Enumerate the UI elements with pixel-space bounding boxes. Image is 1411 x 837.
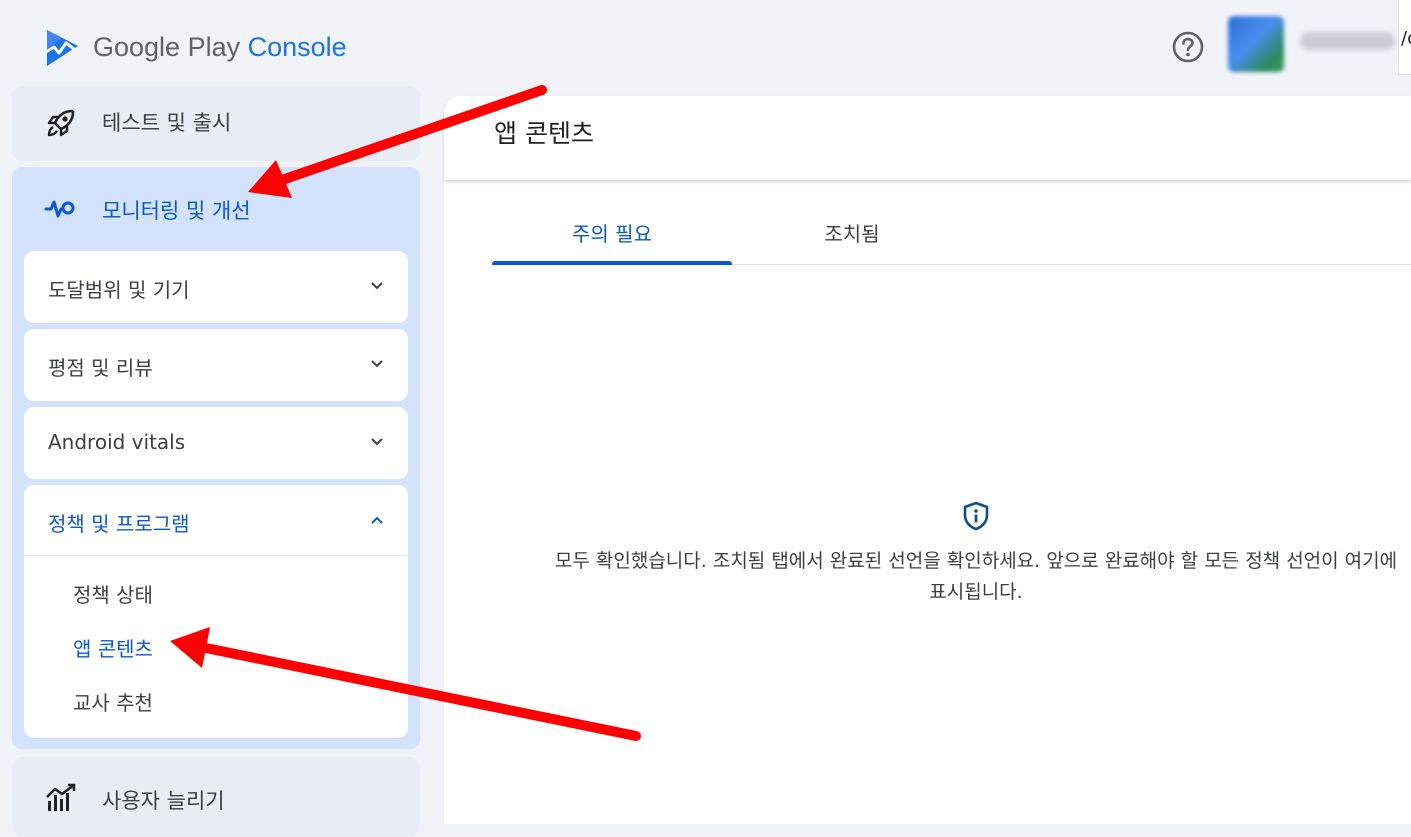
sidebar-item-teacher-approved[interactable]: 교사 추천 — [73, 687, 153, 716]
tab-label: 주의 필요 — [572, 222, 652, 246]
avatar[interactable] — [1228, 16, 1284, 72]
shield-info-icon — [963, 501, 989, 531]
top-app-bar: Google Play Console /c — [0, 0, 1411, 96]
chevron-down-icon — [371, 282, 383, 290]
app-brand[interactable]: Google Play Console — [93, 32, 347, 63]
sidebar-item-reach-devices[interactable]: 도달범위 및 기기 — [24, 251, 408, 323]
sidebar-item-app-content[interactable]: 앱 콘텐츠 — [73, 633, 153, 662]
tab-actioned[interactable]: 조치됨 — [732, 216, 972, 264]
brand-suffix: Console — [247, 32, 347, 62]
tab-active-indicator — [492, 261, 732, 265]
account-name-redacted[interactable] — [1300, 32, 1395, 50]
sidebar-item-label: 사용자 늘리기 — [102, 789, 225, 813]
sidebar-item-ratings-reviews[interactable]: 평점 및 리뷰 — [24, 329, 408, 401]
sidebar-item-android-vitals[interactable]: Android vitals — [24, 407, 408, 479]
sidebar-nav: 테스트 및 출시 모니터링 및 개선 도달범위 및 기기 평점 및 리뷰 And… — [0, 86, 432, 837]
pulse-icon — [44, 200, 75, 218]
play-console-logo-icon[interactable] — [44, 28, 80, 68]
tab-label: 조치됨 — [824, 222, 880, 246]
sidebar-item-monitoring[interactable]: 모니터링 및 개선 — [12, 167, 420, 247]
sidebar-section-monitoring: 모니터링 및 개선 도달범위 및 기기 평점 및 리뷰 Android vita… — [12, 167, 420, 749]
sidebar-item-label: 평점 및 리뷰 — [48, 356, 153, 380]
account-switcher[interactable]: /c — [1398, 0, 1411, 75]
sidebar-item-policy-programs[interactable]: 정책 및 프로그램 — [24, 485, 408, 556]
chevron-up-icon — [371, 516, 383, 524]
main-content: 앱 콘텐츠 주의 필요 조치됨 모두 확인했습니다. 조치됨 탭에서 완료된 선… — [444, 96, 1411, 824]
chevron-down-icon — [371, 360, 383, 368]
account-label: /c — [1401, 28, 1411, 49]
tab-needs-attention[interactable]: 주의 필요 — [492, 216, 732, 265]
brand-prefix: Google Play — [93, 32, 241, 62]
rocket-icon — [47, 109, 75, 137]
tab-bar: 주의 필요 조치됨 — [492, 216, 1411, 265]
sidebar-item-label: 도달범위 및 기기 — [48, 278, 190, 302]
sidebar-item-test-release[interactable]: 테스트 및 출시 — [12, 86, 420, 161]
empty-state-message: 모두 확인했습니다. 조치됨 탭에서 완료된 선언을 확인하세요. 앞으로 완료… — [554, 550, 1398, 603]
sidebar-item-label: 정책 및 프로그램 — [48, 512, 190, 536]
sidebar-group-policy: 정책 및 프로그램 정책 상태 앱 콘텐츠 교사 추천 — [24, 485, 408, 738]
help-circle-icon[interactable] — [1171, 30, 1205, 64]
sidebar-item-label: Android vitals — [48, 430, 186, 454]
page-header: 앱 콘텐츠 — [444, 96, 1411, 180]
sidebar-item-label: 모니터링 및 개선 — [102, 199, 251, 223]
chevron-down-icon — [371, 438, 383, 446]
sidebar-item-grow-users[interactable]: 사용자 늘리기 — [12, 757, 420, 837]
sidebar-item-label: 테스트 및 출시 — [102, 111, 232, 135]
sidebar-item-policy-status[interactable]: 정책 상태 — [73, 579, 153, 608]
page-title: 앱 콘텐츠 — [494, 119, 594, 148]
growth-chart-icon — [46, 783, 76, 811]
